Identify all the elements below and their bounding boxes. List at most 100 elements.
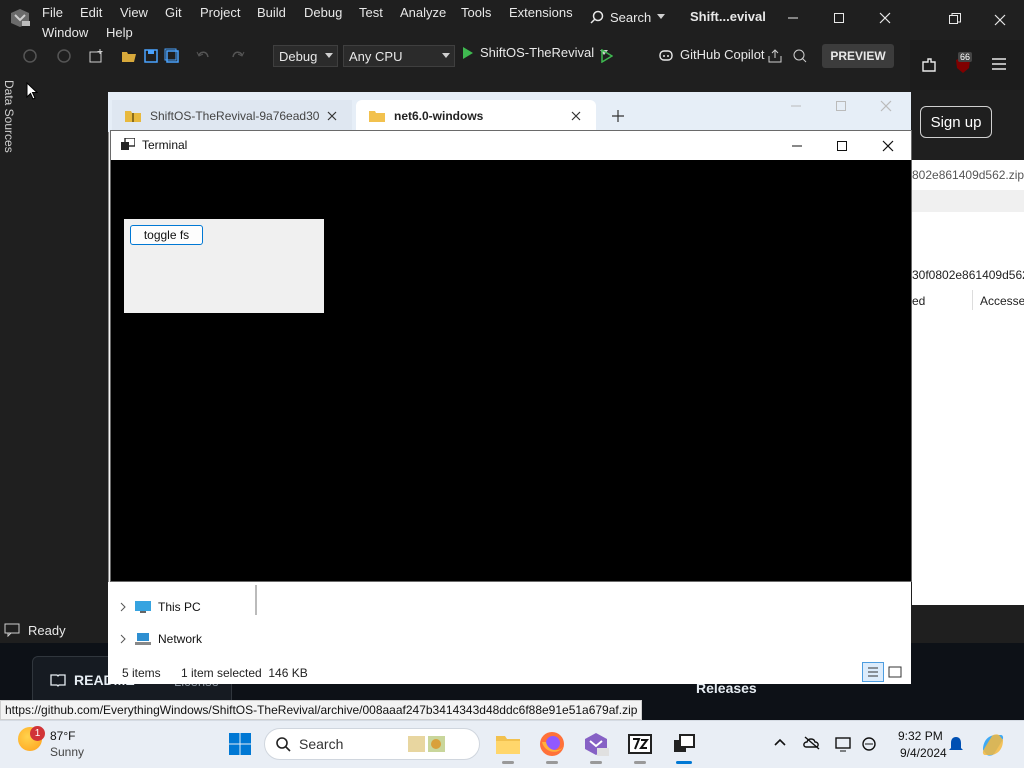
book-icon (50, 674, 66, 687)
nav-item-this-pc[interactable]: This PC (118, 600, 201, 614)
terminal-window[interactable] (110, 130, 912, 582)
nav-item-network[interactable]: Network (118, 632, 202, 646)
status-message-icon (4, 623, 20, 637)
menu-analyze[interactable]: Analyze (400, 5, 446, 20)
hamburger-menu-icon[interactable] (992, 58, 1006, 70)
menu-project[interactable]: Project (200, 5, 240, 20)
terminal-minimize-button[interactable] (777, 131, 817, 160)
copilot-taskbar-icon[interactable] (980, 732, 1006, 758)
menu-window[interactable]: Window (42, 25, 88, 40)
save-all-icon[interactable] (164, 48, 180, 64)
explorer-maximize-button[interactable] (821, 92, 861, 120)
menu-extensions[interactable]: Extensions (509, 5, 573, 20)
running-indicator (546, 761, 558, 764)
explorer-close-button[interactable] (866, 92, 906, 120)
terminal-title: Terminal (142, 138, 188, 152)
search-icon (276, 737, 291, 752)
menu-view[interactable]: View (120, 5, 148, 20)
terminal-app-icon[interactable] (670, 730, 698, 758)
windows-start-icon[interactable] (228, 732, 252, 756)
vs-search-button[interactable]: Search (590, 6, 680, 28)
vs-search-label: Search (610, 9, 652, 25)
data-sources-panel-tab[interactable]: Data Sources (2, 80, 24, 160)
terminal-titlebar[interactable] (111, 131, 911, 160)
undo-icon[interactable] (195, 48, 211, 64)
explorer-tab-label: ShiftOS-TheRevival-9a76ead30 (150, 109, 320, 123)
file-explorer-icon[interactable] (494, 730, 522, 758)
terminal-close-button[interactable] (868, 131, 908, 160)
column-header-fragment[interactable]: ed (912, 294, 925, 308)
menu-debug[interactable]: Debug (304, 5, 342, 20)
github-copilot-button[interactable]: GitHub Copilot (658, 47, 765, 62)
close-icon[interactable] (994, 14, 1006, 26)
start-debugging-button[interactable]: ShiftOS-TheRevival (462, 45, 609, 60)
menu-file[interactable]: File (42, 5, 63, 20)
new-project-icon[interactable] (88, 48, 104, 64)
chevron-up-icon[interactable] (774, 738, 786, 746)
minimize-icon (792, 145, 802, 146)
details-view-button[interactable] (862, 662, 884, 682)
archive-path-2: 30f0802e861409d562... (912, 268, 1024, 282)
menu-help[interactable]: Help (106, 25, 133, 40)
large-icons-view-icon[interactable] (886, 664, 904, 680)
active-window-indicator (676, 761, 692, 764)
search-icon (590, 10, 604, 24)
sign-up-button[interactable]: Sign up (920, 106, 992, 138)
feedback-icon[interactable] (792, 48, 808, 64)
explorer-minimize-button[interactable] (776, 92, 816, 120)
clock-date[interactable]: 9/4/2024 (900, 746, 947, 760)
running-indicator (590, 761, 602, 764)
forward-icon[interactable] (56, 48, 72, 64)
chevron-right-icon[interactable] (118, 602, 128, 612)
run-target-label: ShiftOS-TheRevival (480, 45, 595, 60)
seven-zip-icon[interactable] (626, 730, 654, 758)
notification-bell-icon[interactable] (948, 735, 964, 753)
restore-icon[interactable] (948, 12, 962, 26)
clock-time[interactable]: 9:32 PM (898, 729, 943, 743)
vs-minimize-button[interactable] (773, 3, 813, 33)
close-icon (880, 100, 892, 112)
redo-icon[interactable] (230, 48, 246, 64)
onedrive-paused-icon[interactable] (803, 735, 821, 751)
toggle-fs-button[interactable]: toggle fs (130, 225, 203, 245)
share-icon[interactable] (767, 48, 783, 64)
explorer-tab-archive[interactable]: ShiftOS-TheRevival-9a76ead30 (112, 100, 352, 132)
visual-studio-logo-icon (11, 9, 30, 27)
menu-test[interactable]: Test (359, 5, 383, 20)
open-folder-icon[interactable] (121, 48, 137, 64)
browser-toolbar: 66 (910, 40, 1024, 90)
browser-titlebar (910, 0, 1024, 40)
search-highlight-icon (408, 736, 446, 752)
firefox-icon[interactable] (538, 730, 566, 758)
column-header-accessed[interactable]: Accessed (980, 294, 1024, 308)
display-icon[interactable] (835, 736, 853, 752)
start-without-debugging-icon[interactable] (601, 49, 613, 63)
menu-build[interactable]: Build (257, 5, 286, 20)
new-tab-icon[interactable] (608, 106, 628, 126)
configuration-select[interactable]: Debug (273, 45, 338, 67)
taskbar-search-box[interactable]: Search (264, 728, 480, 760)
taskbar-search-label: Search (299, 736, 344, 752)
pane-splitter[interactable] (255, 585, 257, 615)
close-icon[interactable] (324, 108, 340, 124)
platform-select[interactable]: Any CPU (343, 45, 455, 67)
visual-studio-icon[interactable] (582, 730, 610, 758)
vs-close-button[interactable] (865, 3, 905, 33)
minimize-icon (791, 105, 801, 107)
chevron-down-icon (325, 53, 333, 58)
vs-maximize-button[interactable] (819, 3, 859, 33)
save-icon[interactable] (143, 48, 159, 64)
back-icon[interactable] (22, 48, 38, 64)
nav-item-label: Network (158, 632, 203, 646)
extensions-icon[interactable] (920, 56, 938, 74)
chevron-right-icon[interactable] (118, 634, 128, 644)
menu-tools[interactable]: Tools (461, 5, 491, 20)
sound-icon[interactable] (860, 736, 878, 752)
menu-git[interactable]: Git (165, 5, 182, 20)
explorer-tab-net6[interactable]: net6.0-windows (356, 100, 596, 132)
archive-path: 802e861409d562.zip\ (912, 168, 1024, 182)
preview-button[interactable]: PREVIEW (822, 44, 894, 68)
terminal-maximize-button[interactable] (822, 131, 862, 160)
close-icon[interactable] (568, 108, 584, 124)
menu-edit[interactable]: Edit (80, 5, 102, 20)
